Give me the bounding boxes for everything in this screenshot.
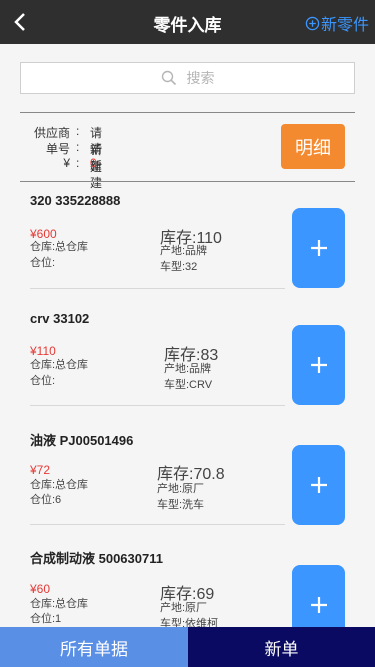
search-input[interactable]: 搜索 [20,62,355,94]
tab-new-order[interactable]: 新单 [188,627,375,667]
add-part-button[interactable] [292,325,345,405]
detail-button[interactable]: 明细 [281,124,345,169]
part-model: 车型:洗车 [157,499,205,511]
plus-icon [310,357,327,373]
part-origin: 产地:品牌 [160,245,208,257]
part-model: 车型:CRV [164,379,213,391]
part-name: 合成制动液 500630711 [30,551,163,566]
part-location: 仓位:6 [30,494,62,506]
tab-all-orders[interactable]: 所有单据 [0,627,188,667]
part-name: 320 335228888 [30,193,121,208]
part-location: 仓位: [30,375,56,387]
part-item: 合成制动液 500630711 ¥60 仓库:总仓库 仓位:1 库存:69 产地… [20,536,355,627]
part-price: ¥600 [30,227,57,241]
plus-icon [310,477,327,493]
plus-icon [310,597,327,613]
part-item: 油液 PJ00501496 ¥72 仓库:总仓库 仓位:6 库存:70.8 产地… [20,418,355,536]
colon: : [76,140,80,154]
new-part-button[interactable]: 新零件 [305,11,369,35]
colon: : [76,124,80,138]
part-warehouse: 仓库:总仓库 [30,598,89,610]
part-location: 仓位:1 [30,613,62,625]
part-origin: 产地:原厂 [160,602,208,614]
part-origin: 产地:原厂 [157,483,205,495]
bottom-tab-bar: 所有单据 新单 [0,627,375,667]
search-placeholder: 搜索 [186,70,215,86]
part-stock: 库存:70.8 [157,466,225,483]
part-price: ¥110 [30,344,56,358]
part-origin: 产地:品牌 [164,363,212,375]
add-part-button[interactable] [292,208,345,288]
part-price: ¥60 [30,582,51,596]
search-icon [161,70,176,86]
colon: : [76,156,80,170]
part-model: 车型:依维柯 [160,618,219,627]
divider [30,288,285,289]
circle-plus-icon [305,16,320,30]
part-item: 320 335228888 ¥600 仓库:总仓库 仓位: 库存:110 产地:… [20,182,355,300]
part-name: 油液 PJ00501496 [30,433,134,448]
part-item: crv 33102 ¥110 仓库:总仓库 仓位: 库存:83 产地:品牌 车型… [20,300,355,418]
part-warehouse: 仓库:总仓库 [30,241,89,253]
part-price: ¥72 [30,463,51,477]
part-model: 车型:32 [160,261,198,273]
new-part-label: 新零件 [320,17,369,34]
divider [30,405,285,406]
amount-value: 0 [90,156,97,170]
part-warehouse: 仓库:总仓库 [30,359,89,371]
amount-label: ¥ [63,156,70,170]
part-location: 仓位: [30,257,56,269]
order-number-label: 单号 [45,142,70,156]
part-name: crv 33102 [30,311,90,326]
plus-icon [310,240,327,256]
divider [30,524,285,525]
divider [20,112,355,113]
add-part-button[interactable] [292,445,345,525]
header-bar: 零件入库 新零件 [0,0,375,44]
supplier-label: 供应商 [33,126,70,140]
part-warehouse: 仓库:总仓库 [30,479,89,491]
add-part-button[interactable] [292,565,345,627]
